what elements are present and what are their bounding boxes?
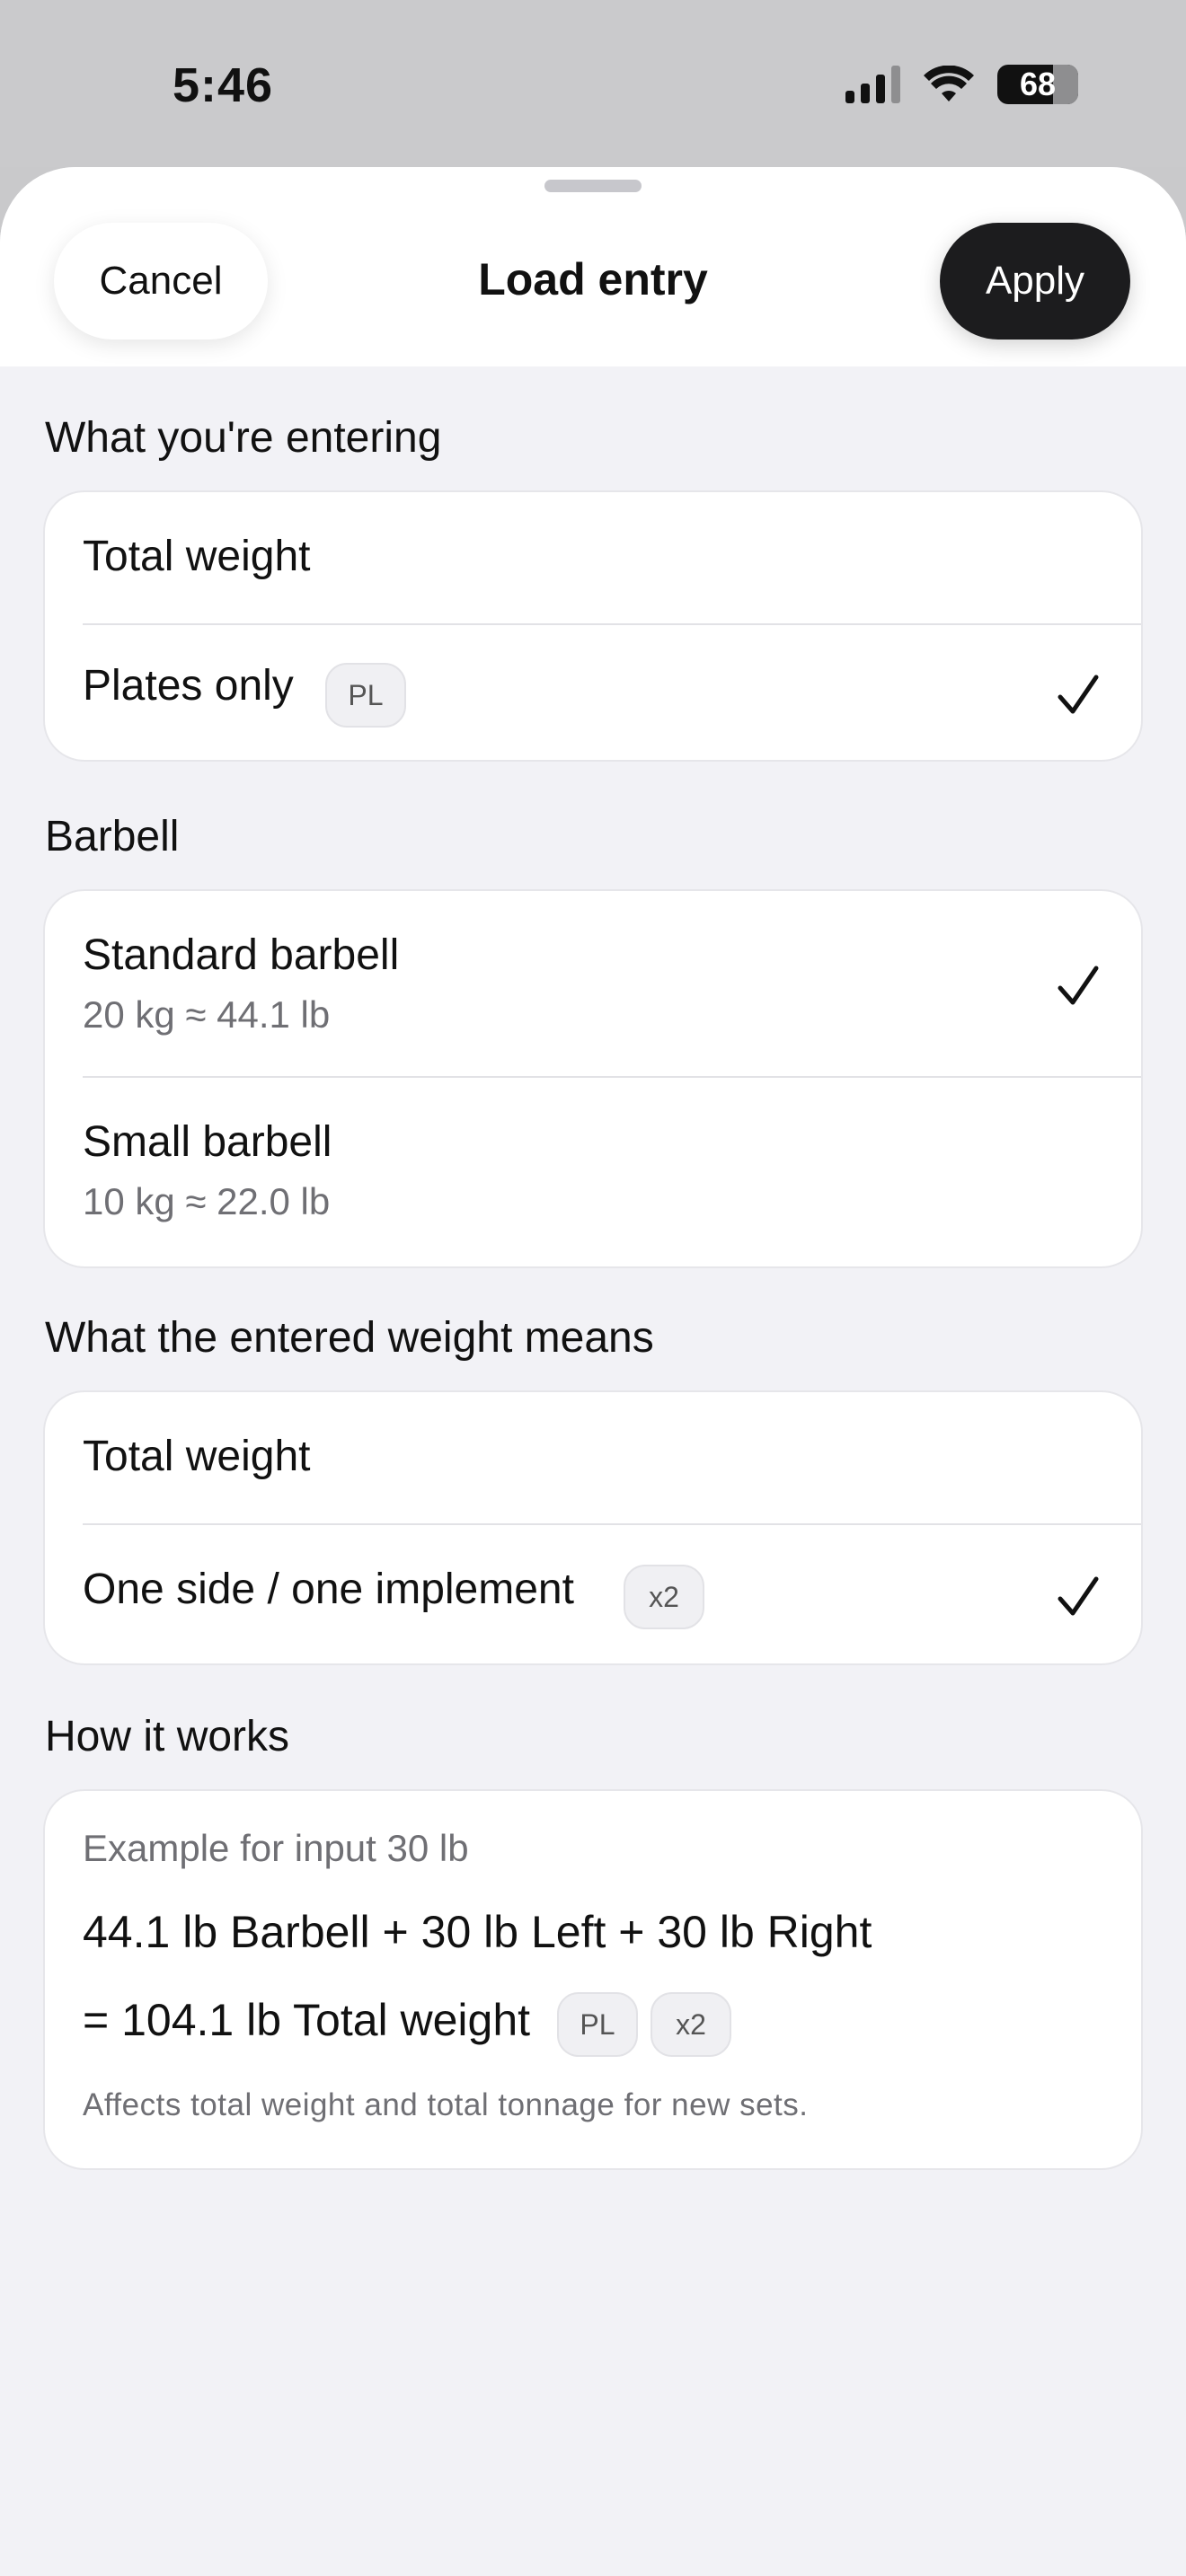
sheet-grabber[interactable]: [544, 180, 642, 192]
option-total-weight[interactable]: Total weight: [45, 492, 1141, 623]
plates-badge: PL: [557, 1992, 638, 2057]
sheet-header: Cancel Load entry Apply: [0, 167, 1186, 366]
checkmark-icon: [1055, 672, 1102, 719]
checkmark-icon: [1055, 963, 1102, 1010]
section-label-meaning: What the entered weight means: [45, 1314, 654, 1362]
plates-badge: PL: [325, 663, 406, 728]
load-entry-sheet: Cancel Load entry Apply What you're ente…: [0, 167, 1186, 2576]
section-label-barbell: Barbell: [45, 813, 180, 860]
option-plates-only[interactable]: Plates only PL: [45, 625, 1141, 760]
apply-button[interactable]: Apply: [940, 223, 1130, 340]
option-small-barbell[interactable]: Small barbell 10 kg ≈ 22.0 lb: [45, 1078, 1141, 1266]
battery-icon: 68: [997, 65, 1078, 104]
option-total-weight[interactable]: Total weight: [45, 1392, 1141, 1523]
option-label: Total weight: [83, 1433, 311, 1480]
option-subtitle: 20 kg ≈ 44.1 lb: [83, 993, 331, 1036]
status-time: 5:46: [173, 58, 274, 112]
formula-line-1: 44.1 lb Barbell + 30 lb Left + 30 lb Rig…: [83, 1907, 872, 1957]
barbell-options-card: Standard barbell 20 kg ≈ 44.1 lb Small b…: [43, 889, 1143, 1268]
status-bar: 5:46 68: [0, 0, 1186, 167]
option-label: Small barbell: [83, 1118, 332, 1166]
option-label: Standard barbell: [83, 931, 400, 979]
option-label: One side / one implement: [83, 1566, 574, 1613]
entering-options-card: Total weight Plates only PL: [43, 490, 1143, 762]
formula-line-2: = 104.1 lb Total weight: [83, 1995, 531, 2045]
battery-level: 68: [1019, 66, 1057, 102]
option-subtitle: 10 kg ≈ 22.0 lb: [83, 1180, 331, 1222]
section-label-entering: What you're entering: [45, 414, 442, 462]
example-caption: Example for input 30 lb: [83, 1827, 469, 1869]
meaning-options-card: Total weight One side / one implement x2: [43, 1390, 1143, 1665]
x2-badge: x2: [624, 1565, 704, 1629]
status-icons: 68: [845, 65, 1078, 104]
option-standard-barbell[interactable]: Standard barbell 20 kg ≈ 44.1 lb: [45, 891, 1141, 1076]
wifi-icon: [924, 66, 974, 101]
section-label-how: How it works: [45, 1713, 290, 1760]
checkmark-icon: [1055, 1574, 1102, 1620]
how-it-works-card: Example for input 30 lb 44.1 lb Barbell …: [43, 1789, 1143, 2170]
option-label: Plates only: [83, 662, 294, 710]
option-label: Total weight: [83, 533, 311, 580]
cellular-signal-icon: [845, 66, 900, 103]
footnote: Affects total weight and total tonnage f…: [83, 2087, 809, 2122]
option-one-side[interactable]: One side / one implement x2: [45, 1525, 1141, 1663]
x2-badge: x2: [651, 1992, 731, 2057]
